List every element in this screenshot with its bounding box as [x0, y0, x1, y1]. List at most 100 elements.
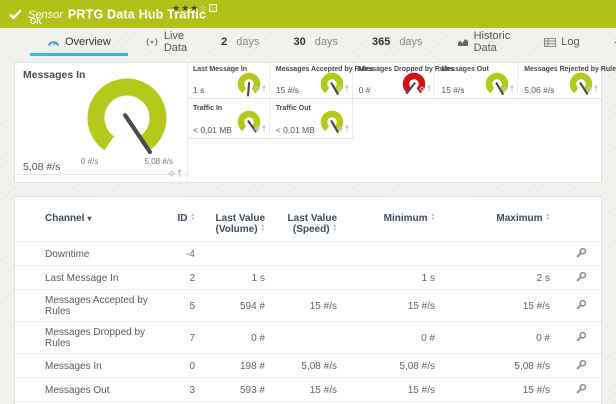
- gauge-pin-icon[interactable]: [345, 119, 349, 137]
- gauge-title: Messages Dropped by Rules: [359, 66, 454, 73]
- messages-in-gauge-tile[interactable]: Messages In 0 #/s 5,08 #/s 5,08 #/s: [15, 63, 188, 182]
- channel-name: Messages Accepted by Rules: [15, 290, 165, 322]
- table-header-row: Channel▾ ID Last Value (Volume) Last Val…: [15, 197, 601, 242]
- gauge-settings-icon[interactable]: [168, 164, 175, 182]
- col-header-channel[interactable]: Channel▾: [15, 197, 165, 242]
- sort-icon: [546, 213, 550, 221]
- channel-settings-button[interactable]: [576, 299, 587, 310]
- gauge-pin-icon[interactable]: [510, 79, 514, 97]
- gauge-pin-icon[interactable]: [262, 79, 266, 97]
- table-row: Messages Accepted by Rules 5 594 # 15 #/…: [15, 290, 601, 322]
- channel-settings-button[interactable]: [576, 271, 587, 282]
- messages-in-gauge: [81, 72, 173, 164]
- gauge-pin-icon[interactable]: [594, 79, 598, 97]
- channel-settings-button[interactable]: [576, 383, 587, 394]
- channel-last-value-speed: [265, 322, 337, 354]
- table-row: Messages Dropped by Rules 7 0 # 0 # 0 #: [15, 322, 601, 354]
- star-icon[interactable]: ☆: [199, 3, 208, 13]
- wrench-icon: [576, 299, 587, 310]
- gauge-value: 1 s: [193, 85, 204, 95]
- prtg-sensor-page: SensorPRTG Data Hub Traffic ★★★☆☆ OK Ove…: [0, 0, 616, 404]
- channel-settings-button[interactable]: [576, 331, 587, 342]
- gauge-icon: [47, 37, 60, 47]
- channel-last-value-volume: 594 #: [195, 290, 265, 322]
- tab-30-days[interactable]: 30days: [276, 28, 355, 56]
- gauge-settings-icon[interactable]: [254, 79, 260, 97]
- tab-live-data[interactable]: Live Data: [128, 28, 204, 56]
- gauge-pin-icon[interactable]: [345, 79, 349, 97]
- col-header-last-value-volume[interactable]: Last Value (Volume): [195, 197, 265, 242]
- priority-stars[interactable]: ★★★☆☆: [172, 3, 217, 14]
- table-row: Downtime -4: [15, 242, 601, 266]
- channel-last-value-volume: 593 #: [195, 378, 265, 402]
- gauge-settings-icon[interactable]: [337, 119, 343, 137]
- channel-minimum: 5,08 #/s: [337, 354, 435, 378]
- tab-365-days[interactable]: 365days: [355, 28, 440, 56]
- gauge-pin-icon[interactable]: [262, 119, 266, 137]
- mini-gauge-tile[interactable]: Messages Rejected by Rules 5,06 #/s: [518, 63, 601, 99]
- channel-last-value-speed: 15 #/s: [265, 290, 337, 322]
- gauge-scale-min: 0 #/s: [81, 157, 98, 166]
- channel-table: Channel▾ ID Last Value (Volume) Last Val…: [15, 197, 601, 404]
- channel-maximum: 15 #/s: [435, 290, 550, 322]
- mini-gauge-tile[interactable]: Traffic In < 0,01 MB: [187, 99, 270, 139]
- channel-settings-button[interactable]: [576, 359, 587, 370]
- tab-historic-data[interactable]: Historic Data: [440, 28, 528, 56]
- channel-last-value-volume: 0 #: [195, 322, 265, 354]
- channel-name: Downtime: [15, 242, 165, 266]
- col-header-last-value-speed[interactable]: Last Value (Speed): [265, 197, 337, 242]
- gauge-settings-icon[interactable]: [337, 79, 343, 97]
- gauge-settings-icon[interactable]: [502, 79, 508, 97]
- gauge-settings-icon[interactable]: [419, 79, 425, 97]
- col-header-id[interactable]: ID: [165, 197, 195, 242]
- table-row: Last Message In 2 1 s 1 s 2 s: [15, 266, 601, 290]
- sort-icon: [431, 213, 435, 221]
- sort-desc-icon: ▾: [87, 214, 91, 223]
- col-header-minimum[interactable]: Minimum: [337, 197, 435, 242]
- tab-2-days[interactable]: 2days: [204, 28, 276, 56]
- channel-maximum: [435, 242, 550, 266]
- channel-settings-button[interactable]: [576, 247, 587, 258]
- tab-overview[interactable]: Overview: [30, 28, 128, 56]
- channel-id: 7: [165, 322, 195, 354]
- gauge-pin-icon[interactable]: [177, 164, 182, 182]
- gauge-settings-icon[interactable]: [586, 79, 592, 97]
- star-icon[interactable]: ★: [172, 3, 181, 13]
- wrench-icon: [576, 247, 587, 258]
- log-icon: [544, 38, 556, 47]
- col-header-maximum[interactable]: Maximum: [435, 197, 550, 242]
- tab-log[interactable]: Log: [527, 28, 596, 56]
- mini-gauge-tile[interactable]: Last Message In 1 s: [187, 63, 270, 99]
- channel-maximum: 5,08 #/s: [435, 354, 550, 378]
- live-signal-icon: [145, 37, 159, 47]
- channel-minimum: 15 #/s: [337, 290, 435, 322]
- channel-minimum: 1 s: [337, 266, 435, 290]
- mini-gauge-tile[interactable]: Traffic Out < 0,01 MB: [270, 99, 353, 139]
- wrench-icon: [576, 331, 587, 342]
- sort-icon: [333, 224, 337, 232]
- mini-gauge-tile[interactable]: Messages Accepted by Rules 15 #/s: [270, 63, 353, 99]
- channel-name: Messages In: [15, 354, 165, 378]
- star-icon[interactable]: ★: [190, 3, 199, 13]
- chart-icon: [457, 37, 469, 47]
- channel-last-value-speed: [265, 242, 337, 266]
- gauge-settings-icon[interactable]: [254, 119, 260, 137]
- col-header-actions: [550, 197, 601, 242]
- wrench-icon: [576, 271, 587, 282]
- gauge-title: Messages Rejected by Rules: [524, 66, 616, 73]
- channel-last-value-speed: 15 #/s: [265, 378, 337, 402]
- table-row: Messages In 0 198 # 5,08 #/s 5,08 #/s 5,…: [15, 354, 601, 378]
- mini-gauge-tile[interactable]: Messages Dropped by Rules 0 #: [353, 63, 436, 99]
- star-icon[interactable]: ★: [181, 3, 190, 13]
- divider: [15, 174, 187, 175]
- tab-settings[interactable]: Settings: [597, 28, 616, 56]
- sort-icon: [191, 213, 195, 221]
- tab-strip: Overview Live Data 2days 30days 365days …: [0, 28, 616, 56]
- channel-last-value-volume: 1 s: [195, 266, 265, 290]
- gauge-pin-icon[interactable]: [427, 79, 431, 97]
- channel-last-value-volume: [195, 242, 265, 266]
- gauge-title: Traffic In: [193, 105, 222, 112]
- star-icon[interactable]: ☆: [208, 3, 217, 13]
- gauge-title: Last Message In: [193, 66, 247, 73]
- mini-gauge-tile[interactable]: Messages Out 15 #/s: [435, 63, 518, 99]
